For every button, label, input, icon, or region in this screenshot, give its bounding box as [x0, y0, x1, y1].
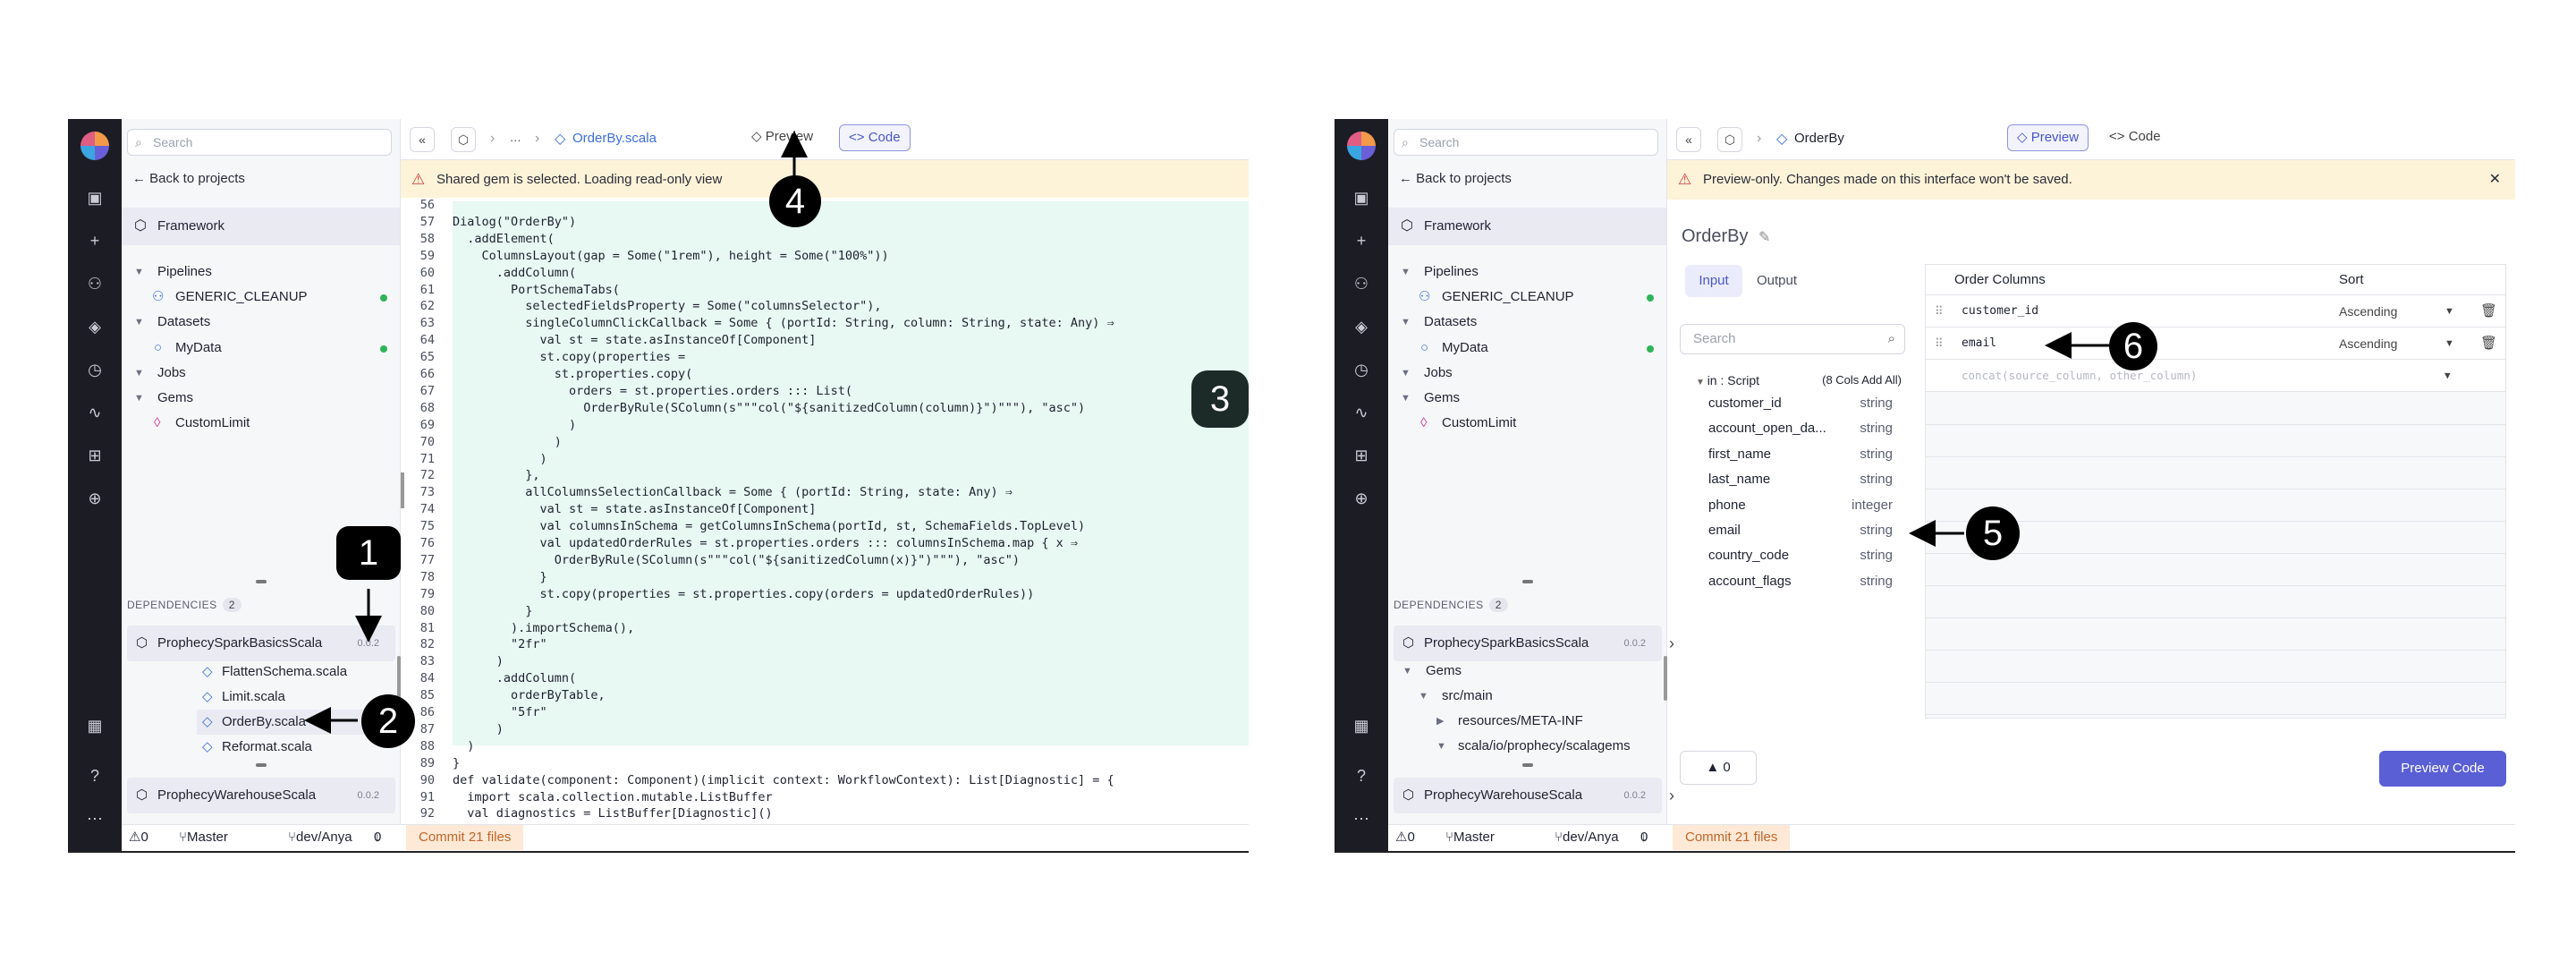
callout-3: 3 [1191, 370, 1249, 428]
callout-6: 6 [2109, 322, 2157, 370]
callout-arrows [304, 131, 2109, 734]
callout-2: 2 [361, 694, 415, 748]
callout-5: 5 [1966, 506, 2020, 560]
callout-4: 4 [769, 175, 821, 227]
callout-1: 1 [336, 526, 401, 580]
